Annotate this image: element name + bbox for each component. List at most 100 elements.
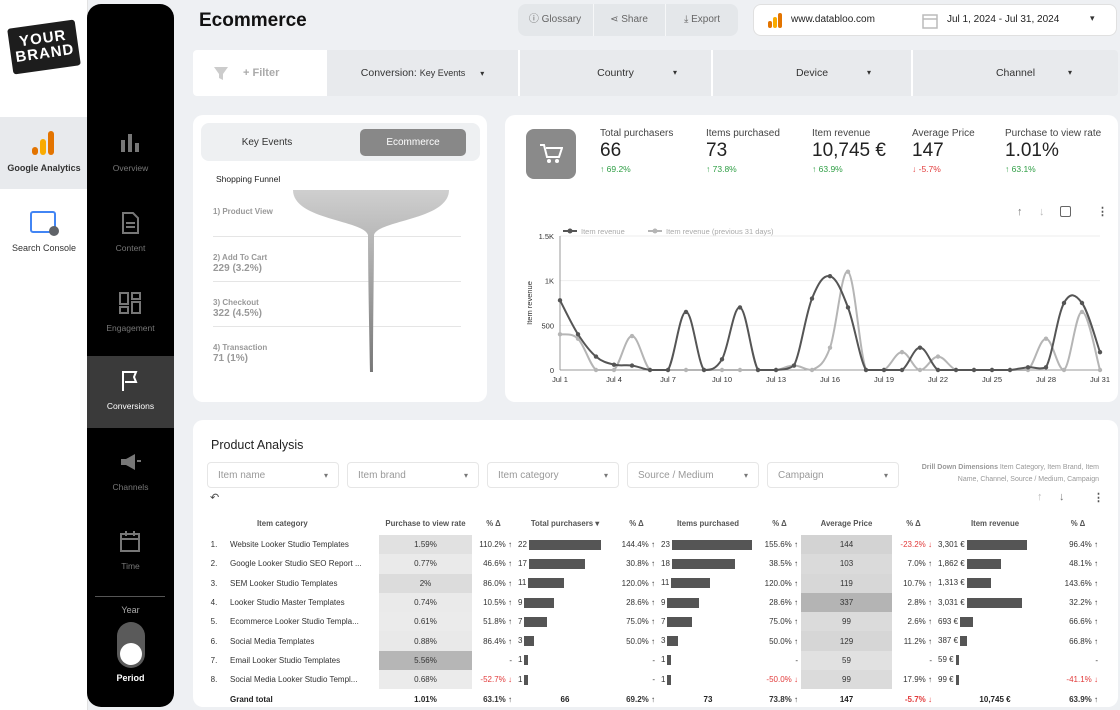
table-row[interactable]: 3. SEM Looker Studio Templates 2% 86.0% ↑ 11…	[201, 573, 1101, 593]
column-header[interactable]: Purchase to view rate	[379, 511, 472, 535]
item-category-dropdown[interactable]: Item category	[487, 462, 619, 489]
campaign-dropdown[interactable]: Campaign	[767, 462, 899, 489]
funnel-step-value: 229 (3.2%)	[213, 263, 262, 274]
export-button[interactable]: ⤓ Export	[666, 4, 738, 36]
row-index: 2.	[210, 559, 218, 569]
bar-value: 1	[661, 655, 666, 665]
nav-time[interactable]: Time	[87, 516, 174, 588]
data-point	[629, 333, 635, 339]
nav-overview[interactable]: Overview	[87, 118, 174, 190]
data-point	[737, 305, 743, 310]
sort-descending-icon[interactable]: ↓	[1039, 206, 1045, 218]
year-label: Year	[121, 605, 140, 615]
delta-cell: 75.0% ↑	[769, 617, 798, 627]
nav-channels[interactable]: Channels	[87, 437, 174, 509]
delta-cell: 2.8% ↑	[907, 598, 932, 608]
sort-descending-icon[interactable]: ↓	[1059, 491, 1065, 503]
chart-export-icon[interactable]	[1060, 206, 1071, 217]
nav-engagement[interactable]: Engagement	[87, 278, 174, 350]
funnel-step-value: 322 (4.5%)	[213, 308, 262, 319]
column-header[interactable]: % Δ	[472, 511, 515, 535]
data-point	[935, 354, 941, 359]
data-point	[683, 309, 689, 315]
column-header[interactable]: Items purchased	[658, 511, 758, 535]
sort-ascending-icon[interactable]: ↑	[1037, 491, 1043, 503]
data-point	[809, 296, 815, 301]
bar-cell: 1	[658, 651, 758, 670]
table-row[interactable]: 4. Looker Studio Master Templates 0.74% 10.…	[201, 592, 1101, 613]
bar-value: 17	[518, 559, 527, 569]
source-label: Search Console	[11, 243, 77, 253]
column-header[interactable]: Item revenue	[935, 511, 1055, 535]
delta-cell: -52.7% ↓	[480, 675, 512, 685]
delta-cell: 86.4% ↑	[483, 636, 512, 646]
nav-label: Overview	[112, 163, 149, 173]
kpi-item-revenue: Item revenue 10,745 € ↑ 63.9%	[812, 128, 886, 174]
tab-ecommerce[interactable]: Ecommerce	[360, 129, 466, 156]
more-options-icon[interactable]: ⋮	[1093, 491, 1104, 504]
delta-cell: 30.8% ↑	[626, 559, 655, 569]
data-point	[935, 367, 941, 373]
channel-filter[interactable]: Channel ▾	[913, 50, 1118, 96]
data-point	[1061, 300, 1067, 306]
table-row[interactable]: 1. Website Looker Studio Templates 1.59% 11…	[201, 535, 1101, 555]
data-point	[845, 269, 851, 274]
rate-cell: 0.74%	[379, 592, 472, 613]
delta-cell: 96.4% ↑	[1069, 540, 1098, 550]
sort-ascending-icon[interactable]: ↑	[1017, 206, 1023, 218]
date-range-picker[interactable]: Jul 1, 2024 - Jul 31, 2024	[947, 14, 1059, 25]
conversion-filter[interactable]: Conversion: Key Events ▾	[327, 50, 518, 96]
rate-cell: 0.77%	[379, 554, 472, 574]
more-options-icon[interactable]: ⋮	[1097, 205, 1108, 218]
avg-price-cell: 144	[801, 535, 892, 555]
undo-icon[interactable]: ↶	[210, 491, 219, 504]
legend-marker	[652, 228, 658, 234]
channel-label: Channel	[995, 67, 1036, 79]
arrow-up-icon: ↑	[600, 164, 607, 174]
share-button[interactable]: ⋖ Share	[594, 4, 664, 36]
funnel-step-value: 71 (1%)	[213, 353, 249, 364]
item-category-cell: Google Looker Studio SEO Report ...	[230, 559, 362, 569]
funnel-shape	[293, 190, 449, 372]
column-header[interactable]: Average Price	[801, 511, 892, 535]
bar-cell: 22	[515, 535, 615, 554]
glossary-button[interactable]: ⓘ Glossary	[518, 4, 592, 36]
site-selector[interactable]: www.databloo.com	[791, 14, 875, 25]
column-header[interactable]: % Δ	[1055, 511, 1101, 535]
bar-cell: 59 €	[935, 651, 1055, 670]
column-header[interactable]: Total purchasers ▾	[515, 511, 615, 535]
item-category-cell: Social Media Looker Studio Templ...	[230, 675, 358, 685]
device-filter[interactable]: Device ▾	[713, 50, 911, 96]
column-header[interactable]: % Δ	[758, 511, 801, 535]
add-filter-label: + Filter	[243, 67, 280, 79]
delta-cell: 50.0% ↑	[626, 636, 655, 646]
tab-key-events[interactable]: Key Events	[201, 129, 333, 156]
kpi-label: Average Price	[912, 128, 975, 139]
period-toggle[interactable]	[117, 622, 145, 668]
funnel-step-label: 1) Product View	[213, 207, 273, 216]
country-filter[interactable]: Country ▾	[520, 50, 711, 96]
source-search-console[interactable]: Search Console	[0, 197, 88, 269]
rate-cell: 1.59%	[379, 535, 472, 555]
delta-cell: 2.6% ↑	[907, 617, 932, 627]
add-filter-button[interactable]: + Filter	[193, 50, 327, 96]
table-row[interactable]: 6. Social Media Templates 0.88% 86.4% ↑ 3 50.…	[201, 631, 1101, 651]
column-header[interactable]: % Δ	[615, 511, 658, 535]
source-google-analytics[interactable]: Google Analytics	[0, 117, 88, 189]
nav-content[interactable]: Content	[87, 198, 174, 270]
item-brand-dropdown[interactable]: Item brand	[347, 462, 479, 489]
arrow-up-icon: ↑	[706, 164, 713, 174]
table-row[interactable]: 5. Ecommerce Looker Studio Templa... 0.61%…	[201, 612, 1101, 632]
bar-value: 1	[518, 655, 523, 665]
item-name-dropdown[interactable]: Item name	[207, 462, 339, 489]
table-row[interactable]: 7. Email Looker Studio Templates 5.56% -1-1…	[201, 650, 1101, 671]
table-row[interactable]: 8. Social Media Looker Studio Templ... 0.6…	[201, 670, 1101, 690]
data-point	[1007, 367, 1013, 373]
source-medium-dropdown[interactable]: Source / Medium	[627, 462, 759, 489]
kpi-value: 73	[706, 140, 728, 161]
nav-conversions[interactable]: Conversions	[87, 356, 174, 428]
column-header[interactable]: % Δ	[892, 511, 935, 535]
table-row[interactable]: 2. Google Looker Studio SEO Report ... 0.7…	[201, 554, 1101, 574]
column-header[interactable]: Item category	[227, 511, 379, 535]
data-point	[755, 367, 761, 373]
